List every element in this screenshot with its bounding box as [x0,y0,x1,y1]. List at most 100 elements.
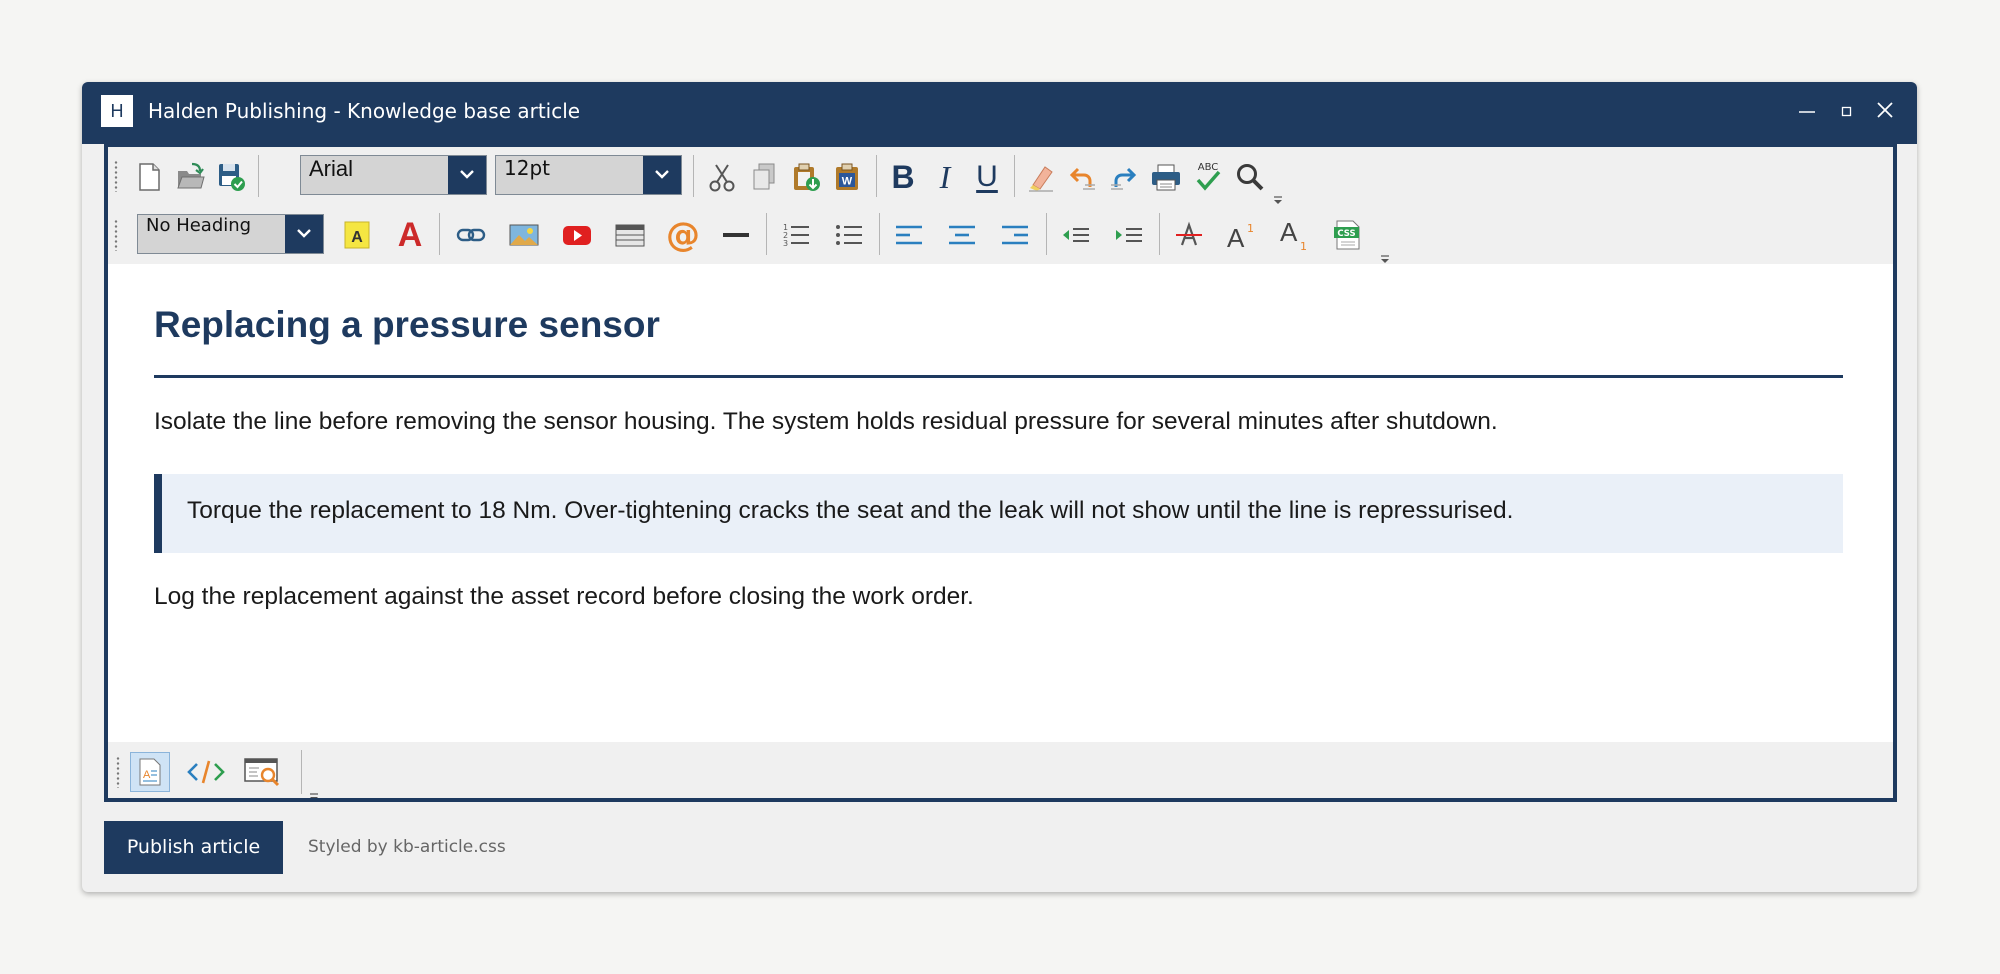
copy-icon [753,163,775,190]
rich-text-editor: Arial 12pt W B I U ABC No Heading A A @ … [104,144,1897,802]
save-button[interactable] [211,157,251,197]
strikethrough-icon [1176,221,1202,246]
print-icon [1152,164,1180,191]
toolbar-overflow-icon [1274,196,1282,204]
insert-email-button[interactable]: @ [663,215,703,255]
new-document-button[interactable] [129,157,169,197]
align-left-button[interactable] [889,215,929,255]
font-size-value: 12pt [504,156,550,180]
article-paragraph-1: Isolate the line before removing the sen… [154,408,1498,435]
publish-article-button[interactable]: Publish article [104,821,283,874]
indent-icon [1116,228,1142,242]
underline-button[interactable]: U [967,157,1007,197]
find-button[interactable] [1230,157,1270,197]
outdent-icon [1063,228,1089,242]
superscript-button[interactable]: A1 [1222,215,1262,255]
paste-icon [794,163,820,191]
highlight-color-button[interactable]: A [337,215,377,255]
open-button[interactable] [170,157,210,197]
insert-image-icon [509,224,539,246]
bulleted-list-icon [836,225,862,245]
new-document-icon [139,163,160,191]
insert-table-button[interactable] [610,215,650,255]
svg-text:ABC: ABC [1198,162,1219,173]
font-family-dropdown-button[interactable] [448,156,486,194]
css-styles-button[interactable]: CSS [1328,215,1368,255]
copy-button[interactable] [744,157,784,197]
align-center-button[interactable] [942,215,982,255]
numbered-list-button[interactable]: 123 [776,215,816,255]
clear-formatting-button[interactable] [1021,157,1061,197]
subscript-icon: A1 [1280,219,1307,251]
insert-link-icon [456,228,486,242]
align-right-button[interactable] [995,215,1035,255]
insert-video-icon [563,226,591,245]
svg-text:A: A [1280,219,1298,247]
insert-image-button[interactable] [504,215,544,255]
editor-content-area[interactable]: Replacing a pressure sensor Isolate the … [108,264,1893,742]
find-icon [1237,164,1264,191]
save-icon [219,164,245,191]
chevron-down-icon [460,170,474,179]
html-source-view-icon [187,760,225,784]
svg-text:W: W [842,176,853,188]
heading-rule [154,375,1843,378]
title-bar: H Halden Publishing - Knowledge base art… [82,82,1917,144]
toolbar-overflow-button[interactable] [1380,250,1390,263]
html-source-view-button[interactable] [186,752,226,792]
cut-button[interactable] [702,157,742,197]
bulleted-list-button[interactable] [829,215,869,255]
font-family-value: Arial [309,156,354,181]
chevron-down-icon [655,170,669,179]
print-button[interactable] [1146,157,1186,197]
svg-text:A: A [1227,223,1245,251]
paste-from-word-icon: W [836,163,858,190]
paste-button[interactable] [786,157,826,197]
font-size-dropdown-button[interactable] [643,156,681,194]
close-button[interactable] [1867,92,1903,128]
view-mode-bar: A [108,742,1893,798]
italic-button[interactable]: I [925,157,965,197]
superscript-icon: A1 [1227,222,1254,251]
toolbar-separator [301,750,302,794]
bold-button[interactable]: B [883,157,923,197]
horizontal-rule-button[interactable] [716,215,756,255]
undo-button[interactable] [1062,157,1102,197]
preview-view-button[interactable] [243,752,283,792]
toolbar-separator [766,213,767,255]
insert-table-icon [615,224,645,247]
toolbar-grip[interactable] [113,160,119,192]
paragraph-style-select[interactable]: No Heading [137,214,324,254]
toolbar-overflow-button[interactable] [309,788,319,798]
indent-button[interactable] [1109,215,1149,255]
horizontal-rule-icon [723,233,749,237]
css-icon: CSS [1334,220,1360,250]
font-family-select[interactable]: Arial [300,155,487,195]
outdent-button[interactable] [1056,215,1096,255]
toolbar-grip[interactable] [115,756,121,788]
toolbar-grip[interactable] [113,219,119,251]
callout-block: Torque the replacement to 18 Nm. Over-ti… [154,474,1843,553]
toolbar-separator [879,213,880,255]
spellcheck-button[interactable]: ABC [1188,157,1228,197]
toolbar-overflow-button[interactable] [1273,191,1283,204]
align-left-icon [896,225,922,245]
app-logo-icon: H [101,95,133,127]
insert-link-button[interactable] [451,215,491,255]
design-view-button[interactable]: A [130,752,170,792]
subscript-button[interactable]: A1 [1275,215,1315,255]
paste-from-word-button[interactable]: W [828,157,868,197]
paragraph-style-dropdown-button[interactable] [285,215,323,253]
stylesheet-note: Styled by kb-article.css [308,837,506,857]
font-size-select[interactable]: 12pt [495,155,682,195]
strikethrough-button[interactable] [1169,215,1209,255]
insert-video-button[interactable] [557,215,597,255]
cut-icon [709,164,735,192]
redo-icon [1111,167,1137,190]
spellcheck-icon: ABC [1196,162,1221,191]
font-color-button[interactable]: A [390,215,430,255]
undo-icon [1069,167,1095,190]
maximize-button[interactable] [1828,92,1864,128]
minimize-button[interactable] [1789,92,1825,128]
redo-button[interactable] [1104,157,1144,197]
